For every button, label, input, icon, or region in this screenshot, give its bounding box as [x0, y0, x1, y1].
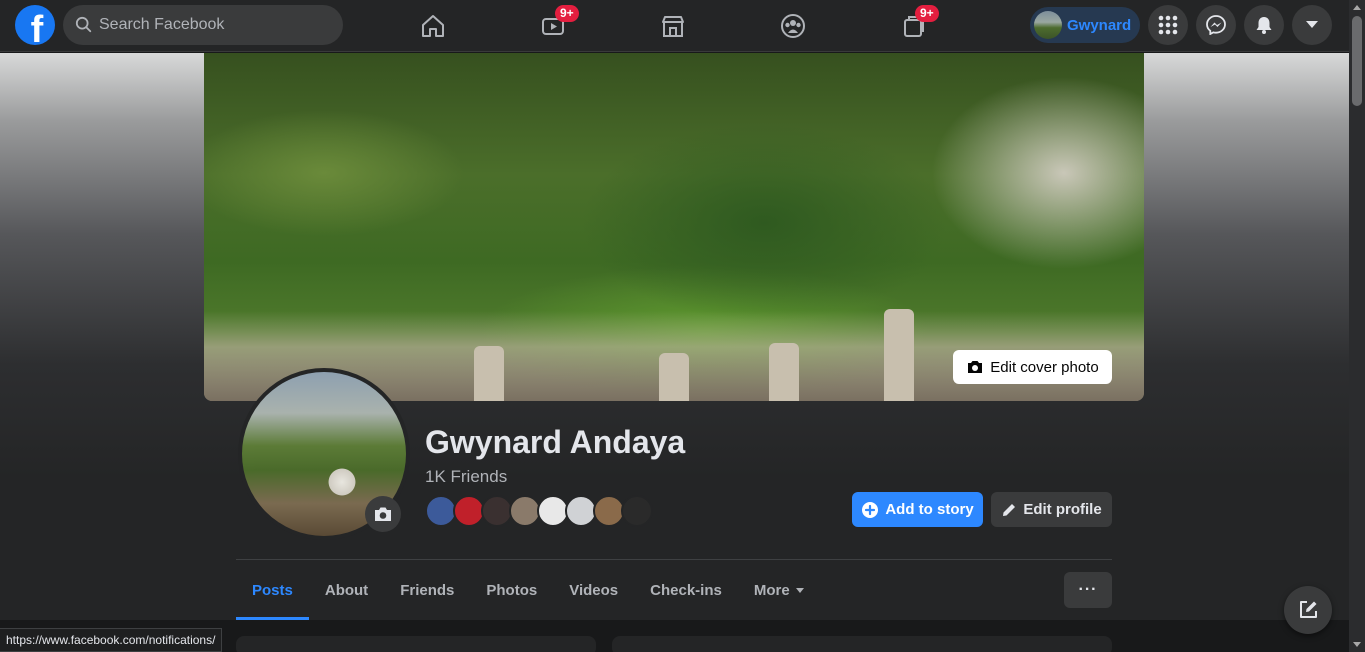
edit-cover-photo-button[interactable]: Edit cover photo: [953, 350, 1112, 384]
nav-home-button[interactable]: [413, 6, 453, 46]
nav-groups-button[interactable]: [773, 6, 813, 46]
camera-icon: [968, 361, 983, 373]
tab-friends[interactable]: Friends: [384, 560, 470, 620]
profile-name: Gwynard Andaya: [425, 424, 686, 460]
tab-more[interactable]: More: [738, 560, 820, 620]
messenger-button[interactable]: [1196, 5, 1236, 45]
pencil-icon: [1003, 503, 1016, 516]
home-icon: [422, 15, 444, 37]
facebook-logo-letter: f: [30, 9, 44, 45]
create-post-card: [612, 636, 1112, 652]
friends-count[interactable]: 1K Friends: [425, 467, 507, 487]
grid-menu-icon: [1158, 15, 1178, 35]
top-navigation-bar: f 9+: [0, 0, 1349, 52]
caret-down-icon: [1306, 21, 1318, 28]
fence-post: [884, 309, 914, 401]
facebook-logo[interactable]: f: [15, 5, 55, 45]
menu-button[interactable]: [1148, 5, 1188, 45]
fence-post: [769, 343, 799, 401]
messenger-icon: [1206, 15, 1226, 35]
add-to-story-label: Add to story: [885, 501, 974, 518]
groups-icon: [781, 14, 805, 38]
tab-posts[interactable]: Posts: [236, 560, 309, 620]
search-icon: [75, 16, 92, 33]
search-input[interactable]: [99, 16, 329, 34]
tab-label: Check-ins: [650, 581, 722, 599]
tab-label: More: [753, 581, 790, 599]
profile-shortcut-button[interactable]: Gwynard: [1030, 7, 1140, 43]
notifications-button[interactable]: [1244, 5, 1284, 45]
avatar: [1034, 11, 1062, 39]
scroll-down-icon[interactable]: [1353, 642, 1361, 647]
more-options-button[interactable]: ···: [1064, 572, 1112, 608]
gaming-badge: 9+: [915, 5, 939, 22]
nav-gaming-button[interactable]: 9+: [893, 5, 939, 46]
store-icon: [662, 16, 684, 37]
new-message-button[interactable]: [1284, 586, 1332, 634]
fence-post: [659, 353, 689, 401]
account-button[interactable]: [1292, 5, 1332, 45]
tab-label: About: [324, 581, 369, 599]
watch-badge: 9+: [555, 5, 579, 22]
search-box[interactable]: [63, 5, 343, 45]
tab-about[interactable]: About: [309, 560, 384, 620]
nav-watch-button[interactable]: 9+: [533, 5, 579, 46]
friend-avatar[interactable]: [621, 495, 653, 527]
bell-icon: [1256, 17, 1272, 34]
tab-photos[interactable]: Photos: [470, 560, 553, 620]
tab-label: Friends: [400, 581, 455, 599]
intro-card: [236, 636, 596, 652]
scrollbar-thumb[interactable]: [1352, 16, 1362, 106]
edit-cover-photo-label: Edit cover photo: [990, 358, 1099, 376]
update-profile-picture-button[interactable]: [365, 496, 401, 532]
plus-circle-icon: [862, 501, 879, 518]
edit-profile-label: Edit profile: [1023, 501, 1102, 518]
camera-icon: [375, 507, 391, 521]
page-scrollbar[interactable]: [1349, 0, 1365, 652]
friend-avatars: [425, 495, 653, 527]
profile-tabs: Posts About Friends Photos Videos Check-…: [236, 560, 820, 620]
nav-marketplace-button[interactable]: [653, 6, 693, 46]
tab-label: Videos: [569, 581, 619, 599]
tab-label: Posts: [252, 581, 293, 599]
fence-post: [474, 346, 504, 401]
scroll-up-icon[interactable]: [1353, 5, 1361, 10]
tab-label: Photos: [486, 581, 538, 599]
cover-photo[interactable]: [204, 53, 1144, 401]
tab-check-ins[interactable]: Check-ins: [634, 560, 738, 620]
add-to-story-button[interactable]: Add to story: [852, 492, 983, 527]
compose-icon: [1300, 601, 1317, 618]
caret-down-icon: [795, 587, 804, 593]
profile-shortcut-name: Gwynard: [1067, 16, 1132, 34]
edit-profile-button[interactable]: Edit profile: [991, 492, 1112, 527]
tab-videos[interactable]: Videos: [553, 560, 634, 620]
status-bar-url: https://www.facebook.com/notifications/: [0, 628, 223, 652]
